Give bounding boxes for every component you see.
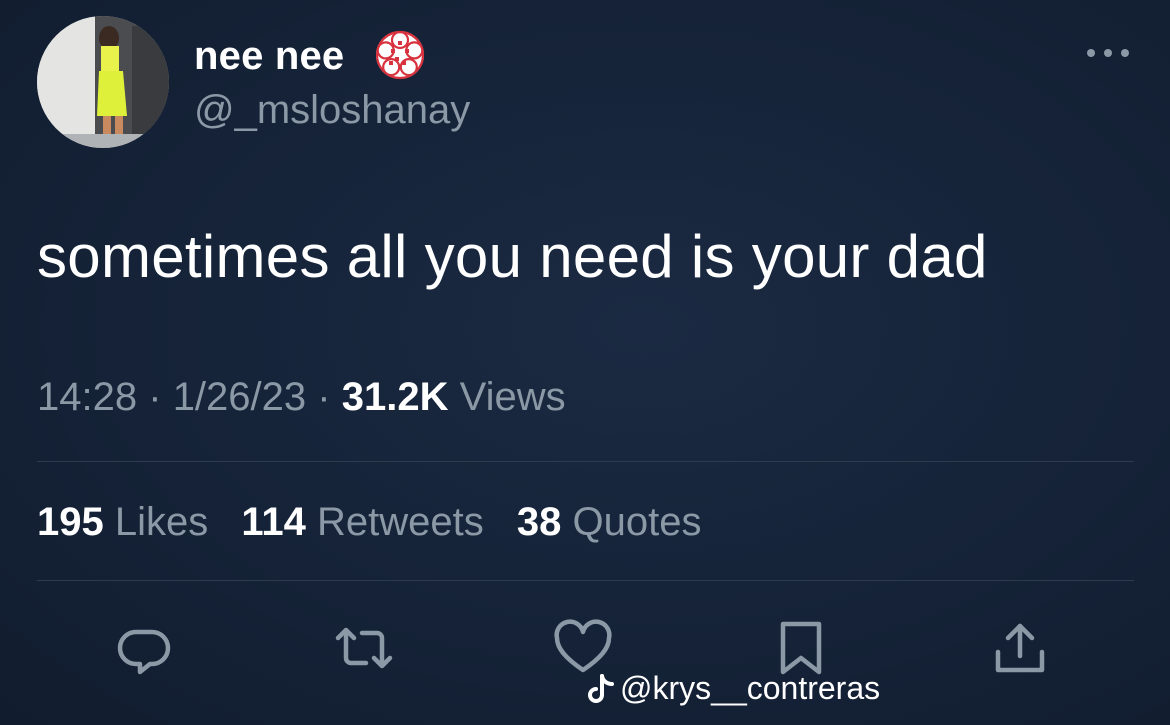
share-button[interactable] xyxy=(990,618,1050,678)
meta-separator: · xyxy=(317,375,331,419)
quotes-label: Quotes xyxy=(572,500,702,544)
meta-separator: · xyxy=(148,375,162,419)
reply-button[interactable] xyxy=(114,618,174,678)
likes-count: 195 xyxy=(37,500,104,544)
more-options-icon[interactable] xyxy=(1082,38,1134,68)
bookmark-button[interactable] xyxy=(771,618,831,678)
avatar[interactable] xyxy=(37,16,169,148)
display-name[interactable]: nee nee xyxy=(194,34,344,79)
like-button[interactable] xyxy=(553,618,613,678)
tiktok-icon xyxy=(588,673,614,703)
bookmark-icon xyxy=(780,621,822,675)
retweets-count: 114 xyxy=(241,500,306,544)
views-count: 31.2K xyxy=(341,375,449,419)
watermark-text: @krys__contreras xyxy=(620,670,881,706)
tiktok-watermark: @krys__contreras xyxy=(586,670,880,707)
tweet-time[interactable]: 14:28 xyxy=(37,375,137,419)
retweet-button[interactable] xyxy=(334,618,394,678)
tweet-stats: 195 Likes 114 Retweets 38 Quotes xyxy=(37,500,724,545)
views-label: Views xyxy=(459,375,566,419)
user-handle[interactable]: @_msloshanay xyxy=(194,88,470,133)
retweets-label: Retweets xyxy=(317,500,484,544)
tweet-date[interactable]: 1/26/23 xyxy=(173,375,306,419)
quotes-count: 38 xyxy=(516,500,562,544)
share-icon xyxy=(995,623,1045,673)
affiliate-badge-icon[interactable] xyxy=(372,27,428,83)
tweet-screen: nee nee @_msloshanay sometimes all you n… xyxy=(0,0,1170,725)
likes-stat[interactable]: 195 Likes xyxy=(37,500,208,545)
likes-label: Likes xyxy=(114,500,209,544)
divider xyxy=(37,461,1134,462)
tweet-meta: 14:28 · 1/26/23 · 31.2K Views xyxy=(37,375,566,420)
like-icon xyxy=(554,619,612,673)
reply-icon xyxy=(117,629,171,675)
tweet-text: sometimes all you need is your dad xyxy=(37,223,988,290)
retweets-stat[interactable]: 114 Retweets xyxy=(241,500,483,545)
quotes-stat[interactable]: 38 Quotes xyxy=(517,500,702,545)
avatar-image xyxy=(37,16,169,148)
retweet-icon xyxy=(335,627,393,669)
divider xyxy=(37,580,1134,581)
